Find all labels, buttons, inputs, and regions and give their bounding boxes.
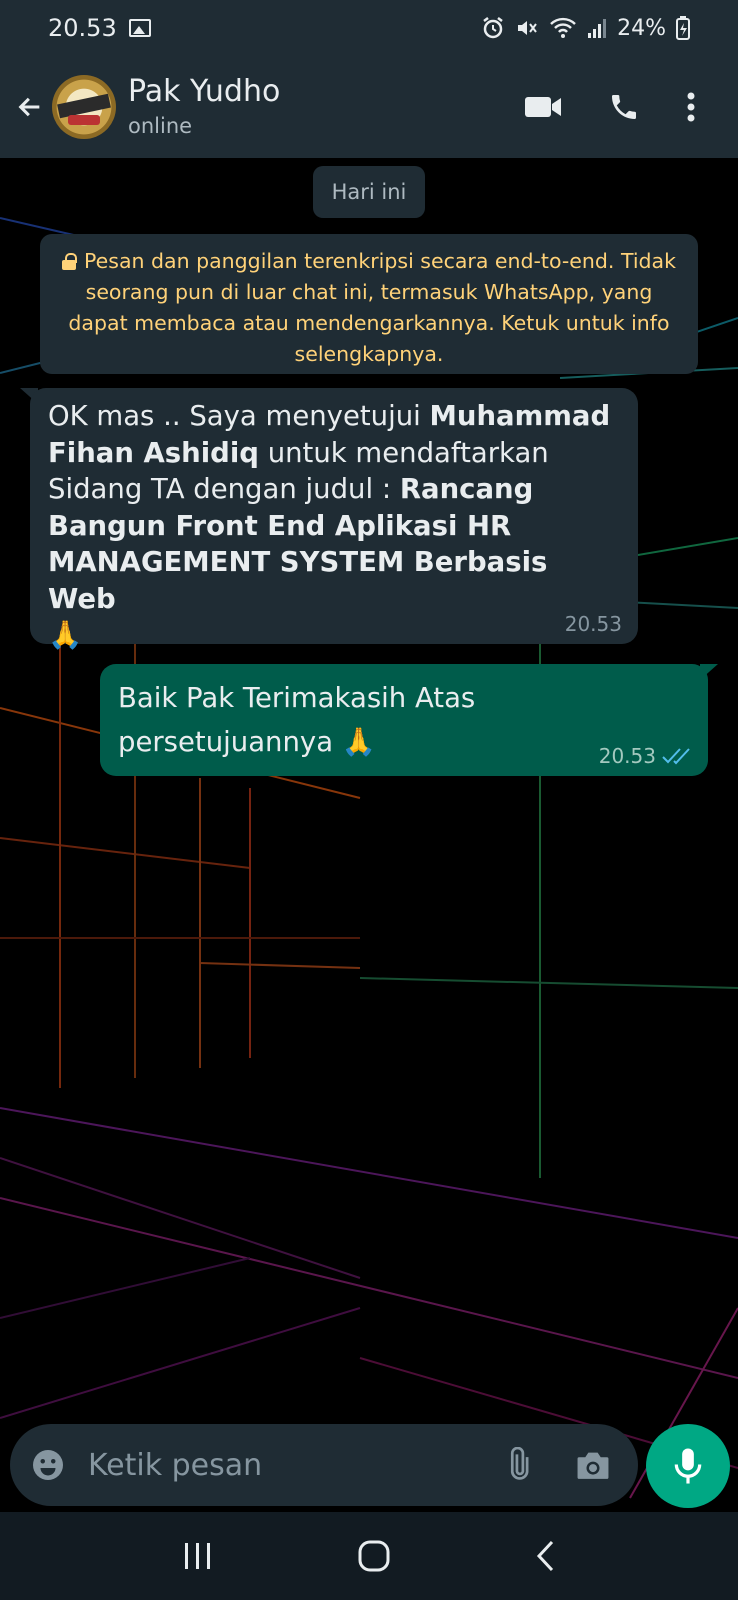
- outgoing-message[interactable]: Baik Pak Terimakasih Atas persetujuannya…: [100, 664, 708, 776]
- home-icon[interactable]: [357, 1539, 391, 1573]
- incoming-message-text: OK mas .. Saya menyetujui Muhammad Fihan…: [48, 398, 620, 654]
- contact-status: online: [128, 114, 193, 138]
- attach-icon[interactable]: [500, 1447, 536, 1483]
- date-chip: Hari ini: [313, 166, 425, 218]
- camera-icon[interactable]: [574, 1448, 612, 1482]
- chat-area[interactable]: Hari ini Pesan dan panggilan terenkripsi…: [0, 158, 738, 1510]
- read-ticks-icon: [662, 748, 690, 765]
- contact-info[interactable]: Pak Yudho online: [128, 74, 280, 140]
- lock-icon: [62, 253, 78, 270]
- pray-emoji: 🙏: [341, 726, 377, 758]
- video-call-icon[interactable]: [524, 94, 562, 120]
- system-nav-bar: [0, 1512, 738, 1600]
- signal-icon: [588, 19, 607, 38]
- chat-header: Pak Yudho online: [0, 56, 738, 158]
- battery-percent: 24%: [617, 15, 666, 41]
- status-icons: 24%: [481, 16, 690, 41]
- mute-icon: [518, 21, 537, 35]
- outgoing-text: Baik Pak Terimakasih Atas persetujuannya: [118, 682, 476, 758]
- incoming-text-part1: OK mas .. Saya menyetujui: [48, 400, 430, 432]
- contact-name: Pak Yudho: [128, 74, 281, 109]
- incoming-message[interactable]: OK mas .. Saya menyetujui Muhammad Fihan…: [30, 388, 638, 651]
- outgoing-message-time: 20.53: [598, 744, 656, 768]
- incoming-message-time: 20.53: [564, 612, 622, 636]
- message-input[interactable]: Ketik pesan: [88, 1448, 262, 1483]
- avatar[interactable]: [52, 75, 116, 139]
- wifi-icon: [550, 17, 576, 38]
- voice-call-icon[interactable]: [608, 91, 640, 123]
- alarm-icon: [483, 17, 503, 39]
- encryption-notice-text: Pesan dan panggilan terenkripsi secara e…: [68, 249, 676, 366]
- gallery-icon: [128, 19, 151, 37]
- status-time: 20.53: [48, 14, 117, 42]
- status-bar: 20.53 24%: [0, 0, 738, 56]
- mic-icon: [674, 1448, 702, 1484]
- back-arrow-icon[interactable]: [16, 93, 44, 121]
- back-icon[interactable]: [534, 1539, 556, 1573]
- recents-icon[interactable]: [182, 1541, 214, 1571]
- message-composer[interactable]: Ketik pesan: [10, 1424, 638, 1506]
- pray-emoji: 🙏: [48, 619, 83, 651]
- battery-icon: [676, 16, 690, 40]
- encryption-notice[interactable]: Pesan dan panggilan terenkripsi secara e…: [40, 234, 698, 374]
- mic-button[interactable]: [646, 1424, 730, 1508]
- emoji-icon[interactable]: [30, 1447, 66, 1483]
- more-options-icon[interactable]: [686, 91, 696, 123]
